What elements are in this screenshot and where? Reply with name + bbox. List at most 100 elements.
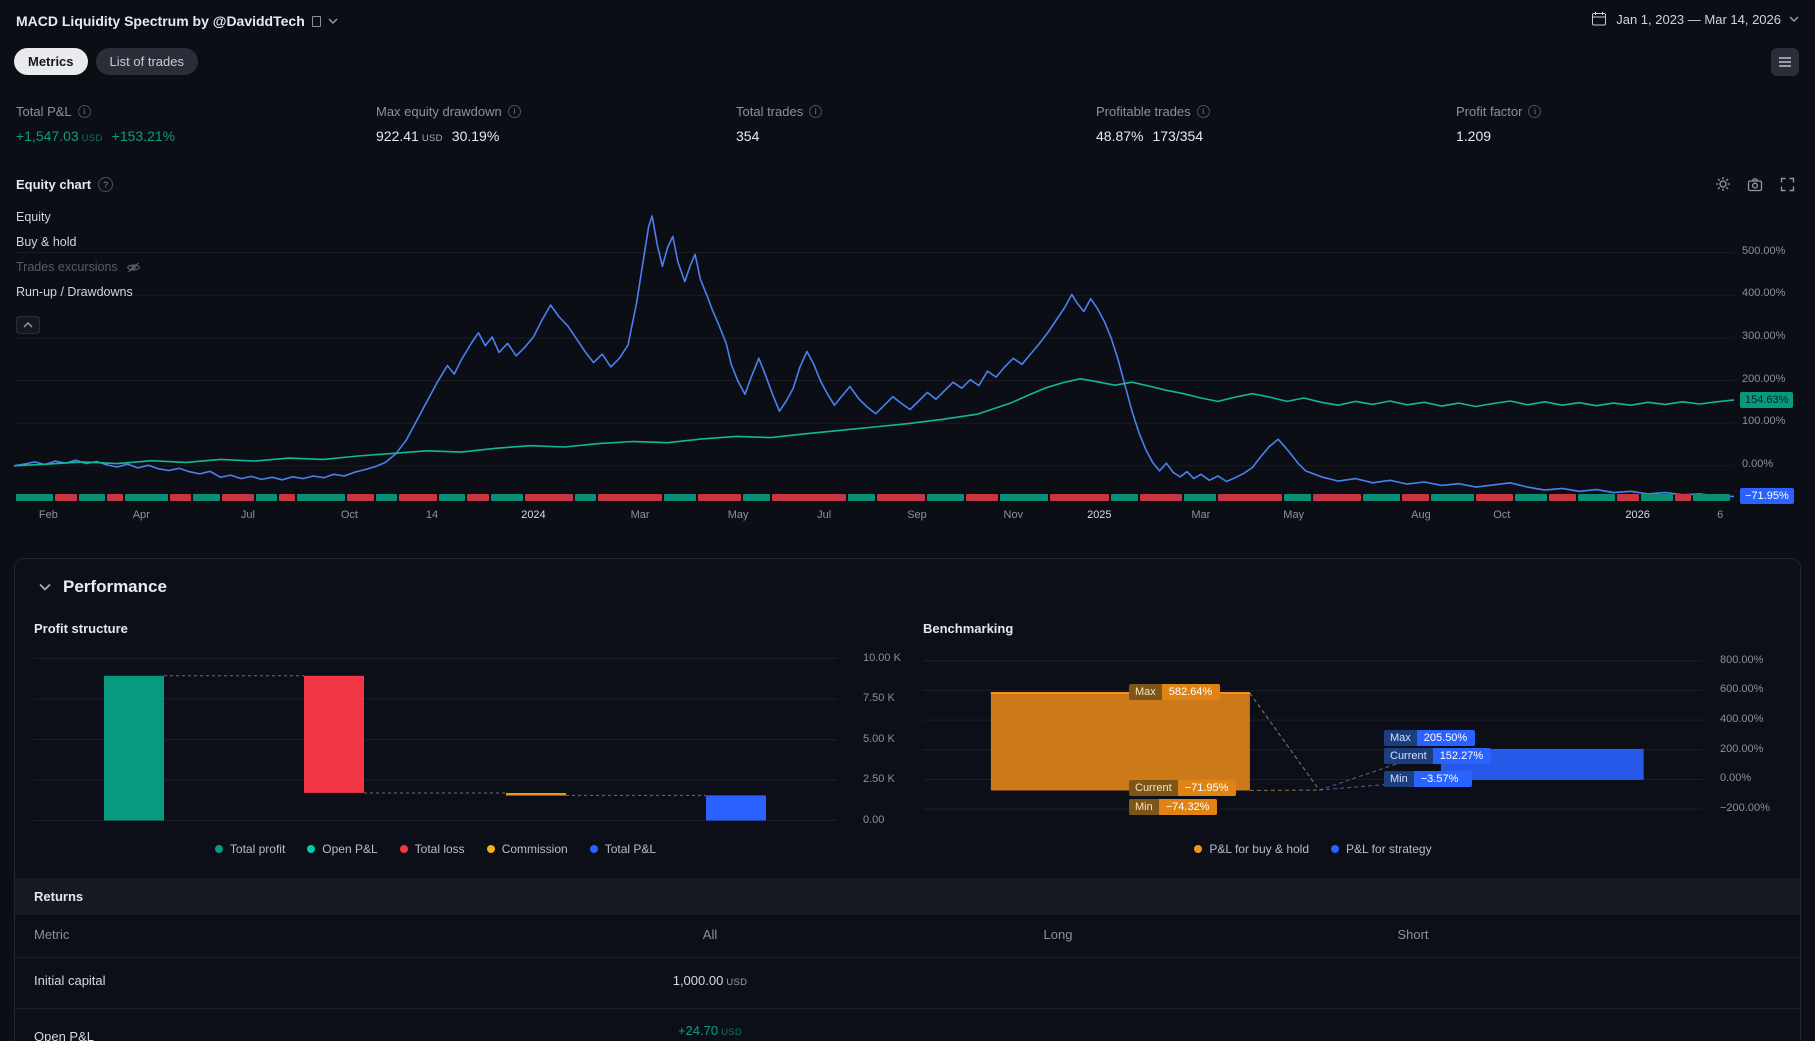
returns-row-metric: Open P&L — [34, 1029, 94, 1041]
x-axis-label: 14 — [425, 509, 439, 521]
runup-drawdown-segment — [1402, 494, 1430, 501]
eye-off-icon[interactable] — [126, 261, 141, 274]
runup-drawdown-segment — [1184, 494, 1217, 501]
tab-metrics[interactable]: Metrics — [14, 48, 88, 75]
runup-drawdown-segment — [16, 494, 54, 501]
settings-gear-icon[interactable] — [1709, 170, 1737, 198]
equity-legend-run-up-drawdowns[interactable]: Run-up / Drawdowns — [16, 285, 141, 299]
benchmark-chip-current: Current 152.27% — [1384, 747, 1491, 764]
divider — [15, 1008, 1800, 1009]
runup-drawdown-segment — [598, 494, 663, 501]
strategy-title-group[interactable]: MACD Liquidity Spectrum by @DaviddTech — [16, 13, 338, 29]
runup-drawdown-segment — [399, 494, 437, 501]
camera-icon[interactable] — [1741, 170, 1769, 198]
x-axis-label: May — [1283, 509, 1305, 521]
equity-chart-canvas[interactable] — [13, 210, 1735, 502]
metrics-summary: Total P&L i +1,547.03 USD +153.21% Max equity… — [0, 104, 1815, 166]
x-axis-label: Oct — [1493, 509, 1511, 521]
y-axis-label: 0.00% — [1742, 457, 1774, 470]
returns-table: Metric All Long Short Initial capital 1,000.0… — [15, 559, 1800, 1041]
strategy-tester-panel: MACD Liquidity Spectrum by @DaviddTech J… — [0, 0, 1815, 1041]
metric-total-p-l: Total P&L i +1,547.03 USD +153.21% — [16, 104, 175, 144]
metric-total-trades: Total trades i 354 — [736, 104, 823, 144]
equity-legend-trades-excursions[interactable]: Trades excursions — [16, 260, 141, 274]
equity-legend-equity[interactable]: Equity — [16, 210, 141, 224]
y-axis-label: 600.00% — [1720, 683, 1764, 696]
returns-column-long: Long — [1043, 927, 1073, 942]
runup-drawdown-segment — [347, 494, 375, 501]
info-icon[interactable]: i — [809, 105, 823, 118]
metric-label-text: Max equity drawdown — [376, 104, 502, 119]
chevron-down-icon — [1789, 16, 1799, 22]
runup-drawdown-segment — [193, 494, 221, 501]
y-axis-label: 800.00% — [1720, 653, 1764, 666]
y-axis-label: 7.50 K — [863, 692, 895, 704]
y-axis-label: 0.00 — [863, 813, 885, 826]
info-icon[interactable]: i — [507, 105, 521, 118]
performance-panel: Performance Profit structure Benchmarkin… — [14, 558, 1801, 1041]
metric-profit-factor: Profit factor i 1.209 — [1456, 104, 1542, 144]
y-axis-label: 100.00% — [1742, 415, 1786, 428]
x-axis-label: 2026 — [1625, 509, 1650, 521]
metric-label: Profitable trades i — [1096, 104, 1210, 119]
runup-drawdown-segment — [1000, 494, 1049, 501]
runup-drawdown-segment — [1674, 494, 1691, 501]
equity-legend-buy-hold[interactable]: Buy & hold — [16, 235, 141, 249]
runup-drawdown-segment — [926, 494, 965, 501]
returns-row-metric: Initial capital — [34, 973, 106, 988]
chevron-down-icon[interactable] — [328, 18, 338, 24]
runup-drawdown-segment — [1640, 494, 1673, 501]
metric-value: 354 — [736, 128, 760, 144]
runup-drawdown-segment — [107, 494, 124, 501]
runup-drawdown-segment — [1475, 494, 1514, 501]
title-emoji-placeholder — [311, 15, 321, 27]
x-axis-label: Mar — [1191, 509, 1211, 521]
info-icon[interactable]: i — [1528, 105, 1542, 118]
metric-label-text: Total trades — [736, 104, 804, 119]
equity-chart-toolbar — [1709, 170, 1801, 198]
x-axis-label: 6 — [1717, 509, 1724, 521]
runup-drawdown-segment — [664, 494, 697, 501]
benchmark-chip-max: Max 582.64% — [1129, 684, 1220, 700]
x-axis-label: Feb — [38, 509, 58, 521]
runup-drawdown-segment — [1363, 494, 1401, 501]
help-icon[interactable]: ? — [98, 177, 114, 192]
metric-label-text: Profitable trades — [1096, 104, 1191, 119]
runup-drawdown-segment — [1515, 494, 1548, 501]
metric-value: +1,547.03 USD +153.21% — [16, 128, 176, 144]
x-axis-label: Oct — [340, 509, 358, 521]
x-axis-label: 2025 — [1087, 509, 1112, 521]
expand-icon[interactable] — [1773, 170, 1801, 198]
collapse-legend-button[interactable] — [16, 316, 40, 334]
returns-column-short: Short — [1397, 927, 1429, 942]
x-axis-label: Mar — [630, 509, 650, 521]
runup-drawdown-segment — [876, 494, 925, 501]
legend-label: Buy & hold — [16, 235, 77, 249]
runup-drawdown-segment — [1284, 494, 1312, 501]
tab-list-of-trades[interactable]: List of trades — [95, 48, 198, 75]
y-axis-label: 400.00% — [1742, 287, 1786, 300]
runup-drawdown-segment — [55, 494, 77, 501]
runup-drawdown-segment — [848, 494, 875, 501]
runup-drawdown-segment — [125, 494, 169, 501]
runup-drawdown-segment — [222, 494, 255, 501]
runup-drawdown-segment — [297, 494, 346, 501]
returns-column-metric: Metric — [34, 927, 70, 942]
metric-value: 1.209 — [1456, 128, 1492, 144]
list-menu-button[interactable] — [1771, 48, 1799, 76]
runup-drawdown-segment — [376, 494, 398, 501]
axis-badge-blue: −71.95% — [1740, 488, 1794, 505]
y-axis-label: 2.50 K — [863, 773, 895, 785]
runup-drawdown-segment — [1577, 494, 1616, 501]
info-icon[interactable]: i — [1196, 105, 1210, 118]
legend-label: Trades excursions — [16, 260, 118, 274]
metric-value: 922.41 USD 30.19% — [376, 128, 500, 144]
y-axis-label: 300.00% — [1742, 329, 1786, 342]
axis-badge-green: 154.63% — [1740, 391, 1794, 408]
returns-row-value: +24.70 USD — [677, 1023, 743, 1038]
date-range-picker[interactable]: Jan 1, 2023 — Mar 14, 2026 — [1590, 10, 1799, 28]
runup-drawdown-segment — [771, 494, 847, 501]
runup-drawdown-segment — [1139, 494, 1183, 501]
metric-value: 48.87% 173/354 — [1096, 128, 1204, 144]
info-icon[interactable]: i — [77, 105, 91, 118]
